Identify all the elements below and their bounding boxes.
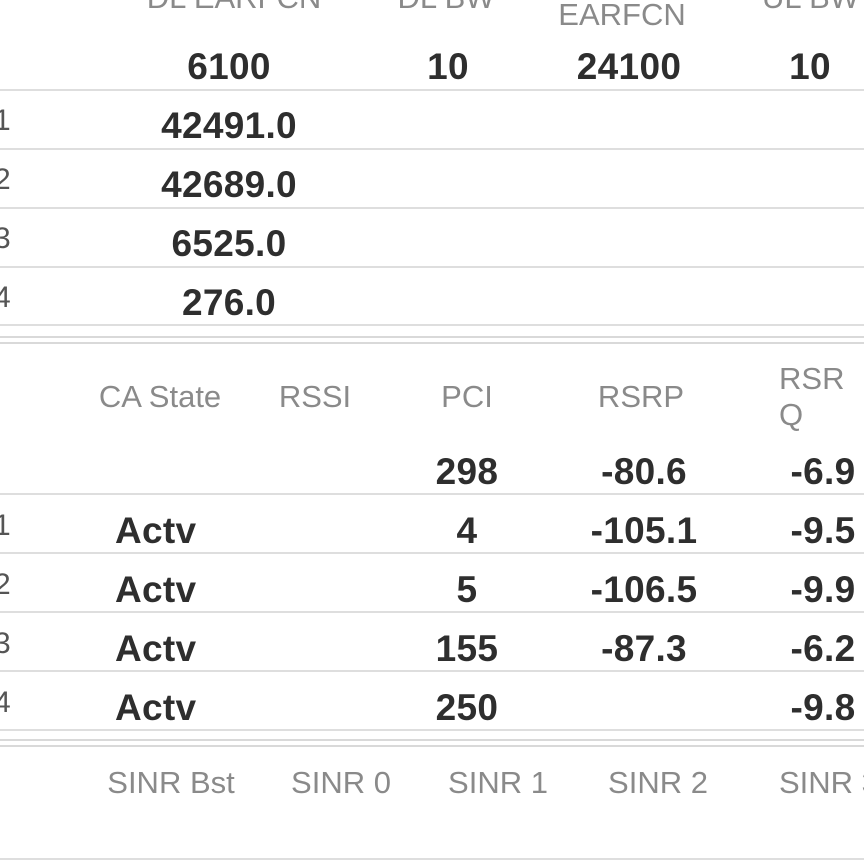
row-divider [0, 89, 864, 91]
rsrp-value: -106.5 [590, 569, 698, 610]
row-index: 4 [0, 281, 11, 314]
scell-dl-earfcn: 6525.0 [171, 223, 287, 264]
main-pci: 298 [435, 451, 499, 492]
row-divider [0, 324, 864, 326]
row-divider [0, 266, 864, 268]
row-divider [0, 552, 864, 554]
header-dl-earfcn: DL EARFCN [147, 0, 322, 16]
header-dl-bw: DL BW [397, 0, 494, 16]
header-sinr0: SINR 0 [291, 765, 391, 800]
ca-state-value: Actv [115, 628, 197, 669]
header-pci: PCI [441, 379, 493, 414]
pci-value: 5 [456, 569, 478, 610]
header-ul-bw: UL BW [762, 0, 859, 16]
header-rssi: RSSI [278, 379, 352, 414]
header-sinr2: SINR 2 [608, 765, 708, 800]
header-rsrp: RSRP [597, 379, 685, 414]
section-separator [0, 336, 864, 344]
scell-dl-earfcn: 276.0 [181, 282, 277, 323]
main-dl-earfcn: 6100 [187, 46, 271, 87]
row-divider [0, 858, 864, 860]
row-index: 4 [0, 686, 11, 719]
header-rsrq-wrap: Q [779, 397, 804, 432]
main-ul-bw: 10 [789, 46, 831, 87]
main-rsrq: -6.9 [790, 451, 856, 492]
scell-dl-earfcn: 42689.0 [161, 164, 297, 205]
pci-value: 250 [435, 687, 499, 728]
rsrq-value: -6.2 [790, 628, 856, 669]
pci-value: 155 [435, 628, 499, 669]
pci-value: 4 [456, 510, 478, 551]
row-index: 1 [0, 509, 11, 542]
rsrq-value: -9.5 [790, 510, 856, 551]
row-divider [0, 148, 864, 150]
ca-state-value: Actv [115, 569, 197, 610]
rsrq-value: -9.8 [790, 687, 856, 728]
header-sinr-bst: SINR Bst [107, 765, 235, 800]
rsrp-value: -105.1 [590, 510, 698, 551]
header-sinr1: SINR 1 [448, 765, 548, 800]
ca-state-value: Actv [115, 510, 197, 551]
header-ul-earfcn: EARFCN [558, 0, 686, 32]
row-index: 1 [0, 104, 11, 137]
scell-dl-earfcn: 42491.0 [161, 105, 297, 146]
row-divider [0, 611, 864, 613]
header-sinr3: SINR 3 [779, 765, 864, 800]
rsrp-value: -87.3 [601, 628, 687, 669]
rsrq-value: -9.9 [790, 569, 856, 610]
main-rsrp: -80.6 [601, 451, 687, 492]
row-divider [0, 493, 864, 495]
header-rsrq: RSR [779, 361, 845, 396]
main-dl-bw: 10 [427, 46, 469, 87]
row-index: 3 [0, 627, 11, 660]
header-ca-state: CA State [98, 379, 222, 414]
ca-state-value: Actv [115, 687, 197, 728]
row-index: 2 [0, 163, 11, 196]
main-ul-earfcn: 24100 [576, 46, 682, 87]
row-divider [0, 670, 864, 672]
section-separator [0, 739, 864, 747]
row-index: 3 [0, 222, 11, 255]
row-index: 2 [0, 568, 11, 601]
row-divider [0, 729, 864, 731]
row-divider [0, 207, 864, 209]
